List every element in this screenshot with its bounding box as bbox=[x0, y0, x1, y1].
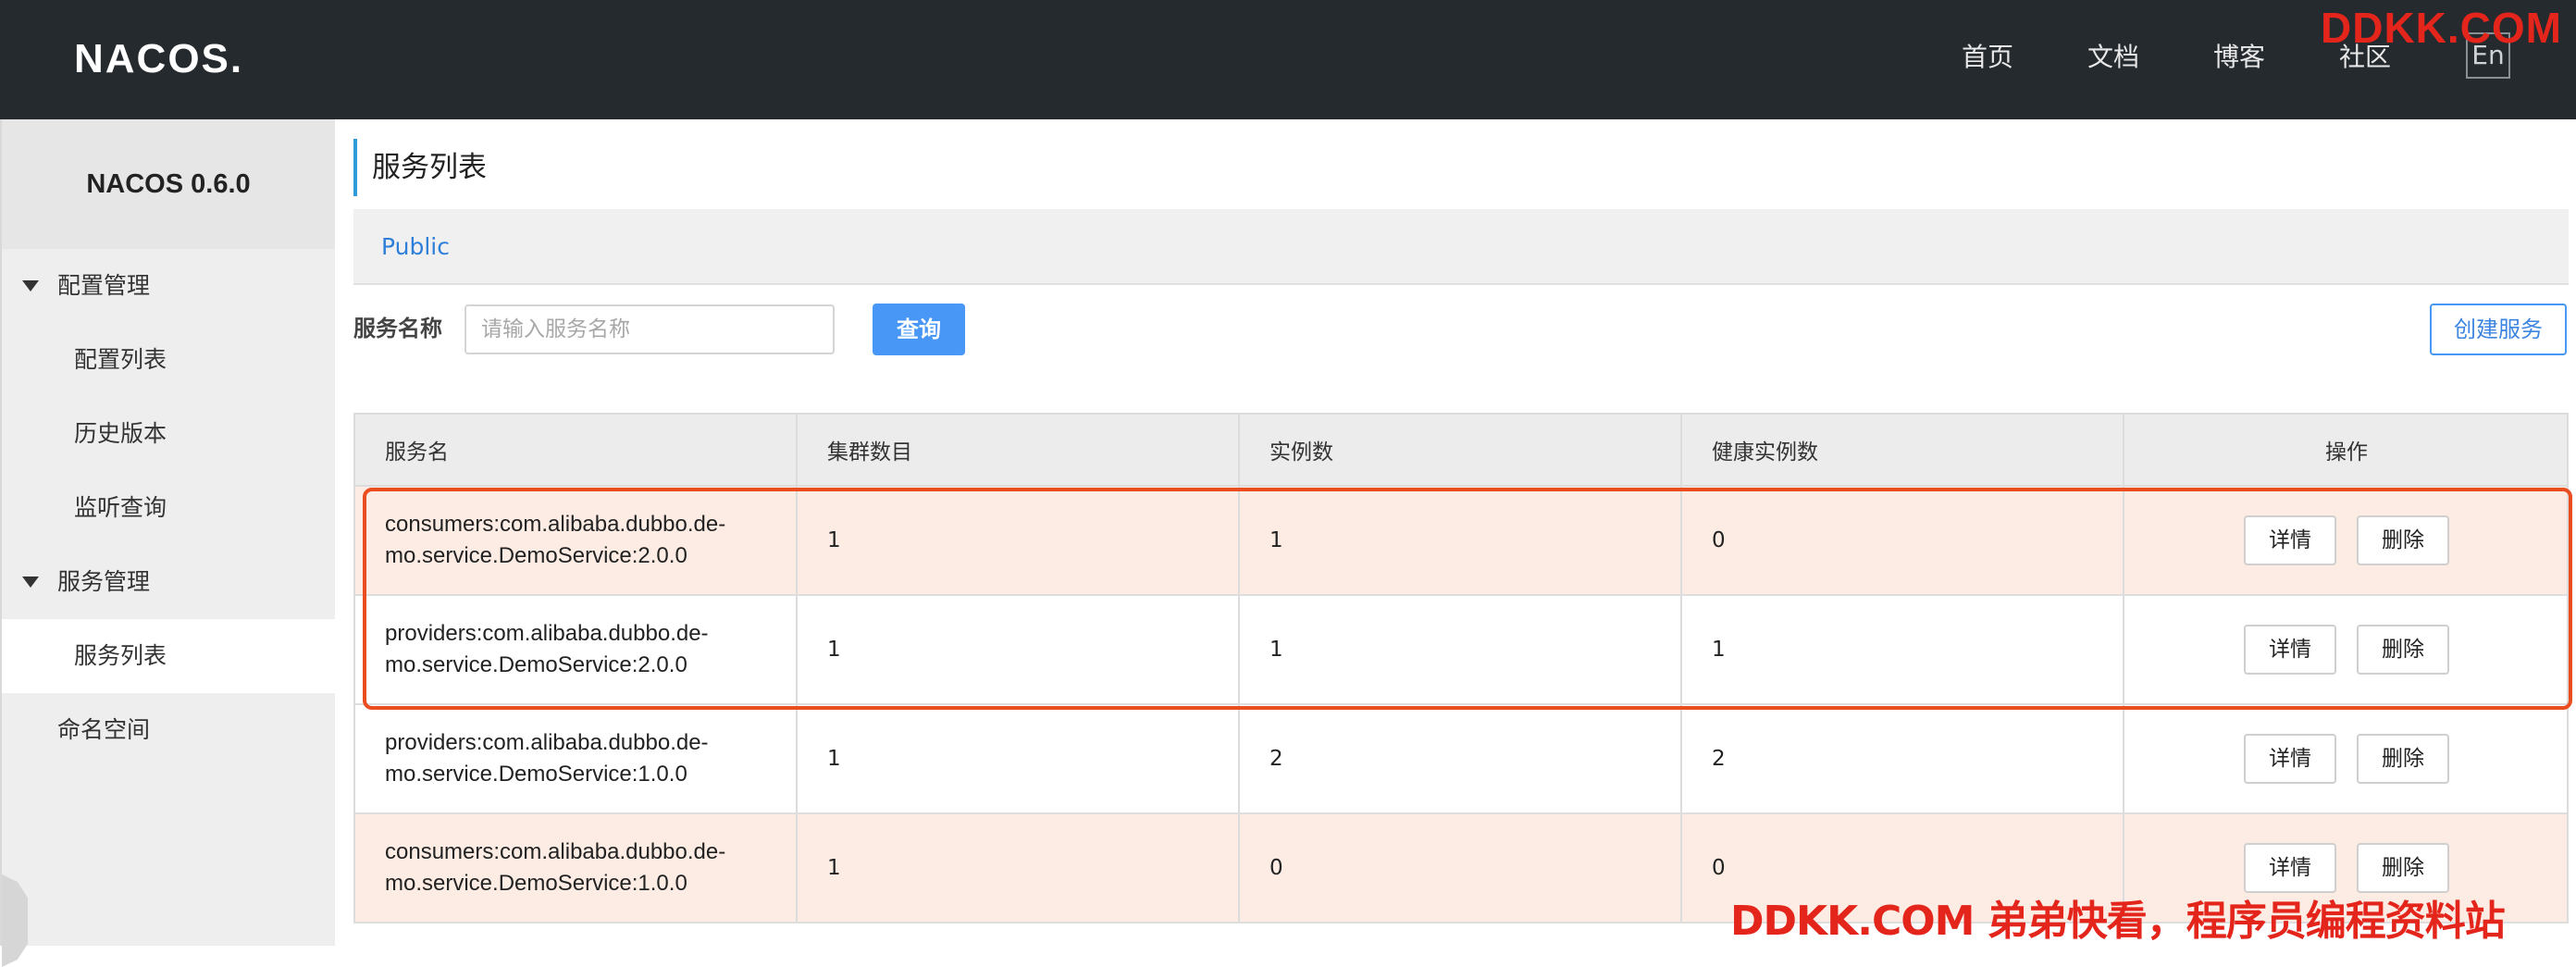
sidebar-collapse-handle[interactable] bbox=[2, 874, 28, 967]
header-healthy-count: 健康实例数 bbox=[1682, 415, 2124, 485]
cell-cluster-count: 1 bbox=[798, 487, 1240, 594]
cell-healthy-count: 0 bbox=[1682, 487, 2124, 594]
cell-operations: 详情 删除 bbox=[2124, 705, 2569, 812]
service-name-line: consumers:com.alibaba.dubbo.de- bbox=[385, 512, 726, 537]
cell-instance-count: 0 bbox=[1240, 814, 1682, 922]
detail-button[interactable]: 详情 bbox=[2244, 843, 2336, 893]
sidebar-item-label: 历史版本 bbox=[74, 420, 167, 447]
cell-instance-count: 2 bbox=[1240, 705, 1682, 812]
header-service-name: 服务名 bbox=[355, 415, 798, 485]
sidebar-item-label: 配置管理 bbox=[57, 272, 151, 299]
service-name-line: providers:com.alibaba.dubbo.de- bbox=[385, 621, 709, 646]
cell-service-name: consumers:com.alibaba.dubbo.de-mo.servic… bbox=[355, 487, 798, 594]
cell-operations: 详情 删除 bbox=[2124, 487, 2569, 594]
cell-instance-count: 1 bbox=[1240, 596, 1682, 703]
header-cluster-count: 集群数目 bbox=[798, 415, 1240, 485]
namespace-public-link[interactable]: Public bbox=[381, 209, 450, 285]
sidebar-item-config-list[interactable]: 配置列表 bbox=[2, 323, 335, 397]
service-name-line: mo.service.DemoService:1.0.0 bbox=[385, 762, 687, 787]
service-name-line: consumers:com.alibaba.dubbo.de- bbox=[385, 839, 726, 864]
sidebar-item-label: 监听查询 bbox=[74, 494, 167, 521]
table-row: providers:com.alibaba.dubbo.de-mo.servic… bbox=[355, 596, 2567, 705]
cell-instance-count: 1 bbox=[1240, 487, 1682, 594]
detail-button[interactable]: 详情 bbox=[2244, 515, 2336, 565]
sidebar-item-service-list[interactable]: 服务列表 bbox=[2, 619, 335, 693]
query-button[interactable]: 查询 bbox=[873, 304, 965, 355]
sidebar-group-config-management[interactable]: 配置管理 bbox=[2, 249, 335, 323]
caret-down-icon bbox=[22, 280, 39, 291]
nacos-logo[interactable]: NACOS. bbox=[74, 33, 243, 85]
sidebar-group-service-management[interactable]: 服务管理 bbox=[2, 545, 335, 619]
create-service-button[interactable]: 创建服务 bbox=[2430, 304, 2567, 355]
sidebar-item-label: 命名空间 bbox=[57, 716, 151, 743]
sidebar-item-namespace[interactable]: 命名空间 bbox=[2, 693, 335, 767]
nav-blog[interactable]: 博客 bbox=[2213, 37, 2265, 78]
header-operations: 操作 bbox=[2325, 440, 2368, 465]
header-instance-count: 实例数 bbox=[1240, 415, 1682, 485]
service-name-line: mo.service.DemoService:2.0.0 bbox=[385, 652, 687, 677]
sidebar: NACOS 0.6.0 配置管理 配置列表 历史版本 监听查询 服务管理 服务列… bbox=[0, 119, 335, 967]
sidebar-item-listener-query[interactable]: 监听查询 bbox=[2, 471, 335, 545]
table-row: consumers:com.alibaba.dubbo.de-mo.servic… bbox=[355, 487, 2567, 596]
delete-button[interactable]: 删除 bbox=[2357, 734, 2449, 784]
top-header: NACOS. 首页 文档 博客 社区 En bbox=[0, 0, 2576, 119]
detail-button[interactable]: 详情 bbox=[2244, 625, 2336, 675]
cell-service-name: consumers:com.alibaba.dubbo.de-mo.servic… bbox=[355, 814, 798, 922]
watermark-bottom: DDKK.COM 弟弟快看，程序员编程资料站 bbox=[1730, 898, 2506, 945]
cell-healthy-count: 2 bbox=[1682, 705, 2124, 812]
service-table: 服务名 集群数目 实例数 健康实例数 操作 consumers:com.alib… bbox=[353, 413, 2569, 924]
table-row: providers:com.alibaba.dubbo.de-mo.servic… bbox=[355, 705, 2567, 814]
sidebar-item-label: 服务管理 bbox=[57, 568, 151, 595]
service-name-line: mo.service.DemoService:2.0.0 bbox=[385, 543, 687, 568]
namespace-bar: Public bbox=[353, 209, 2569, 285]
sidebar-title: NACOS 0.6.0 bbox=[2, 119, 335, 249]
service-name-line: providers:com.alibaba.dubbo.de- bbox=[385, 730, 709, 755]
delete-button[interactable]: 删除 bbox=[2357, 515, 2449, 565]
service-name-input[interactable] bbox=[464, 304, 835, 354]
cell-service-name: providers:com.alibaba.dubbo.de-mo.servic… bbox=[355, 596, 798, 703]
cell-healthy-count: 1 bbox=[1682, 596, 2124, 703]
cell-service-name: providers:com.alibaba.dubbo.de-mo.servic… bbox=[355, 705, 798, 812]
delete-button[interactable]: 删除 bbox=[2357, 625, 2449, 675]
sidebar-item-label: 服务列表 bbox=[74, 642, 167, 669]
nav-docs[interactable]: 文档 bbox=[2087, 37, 2139, 78]
watermark-top: DDKK.COM bbox=[2321, 4, 2562, 52]
caret-down-icon bbox=[22, 576, 39, 588]
cell-cluster-count: 1 bbox=[798, 814, 1240, 922]
cell-cluster-count: 1 bbox=[798, 705, 1240, 812]
sidebar-item-label: 配置列表 bbox=[74, 346, 167, 373]
delete-button[interactable]: 删除 bbox=[2357, 843, 2449, 893]
page-title: 服务列表 bbox=[353, 139, 487, 196]
table-header: 服务名 集群数目 实例数 健康实例数 操作 bbox=[355, 415, 2567, 487]
cell-cluster-count: 1 bbox=[798, 596, 1240, 703]
detail-button[interactable]: 详情 bbox=[2244, 734, 2336, 784]
sidebar-item-history[interactable]: 历史版本 bbox=[2, 397, 335, 471]
service-name-line: mo.service.DemoService:1.0.0 bbox=[385, 871, 687, 896]
cell-operations: 详情 删除 bbox=[2124, 596, 2569, 703]
nav-home[interactable]: 首页 bbox=[1962, 37, 2013, 78]
search-label: 服务名称 bbox=[353, 316, 442, 341]
